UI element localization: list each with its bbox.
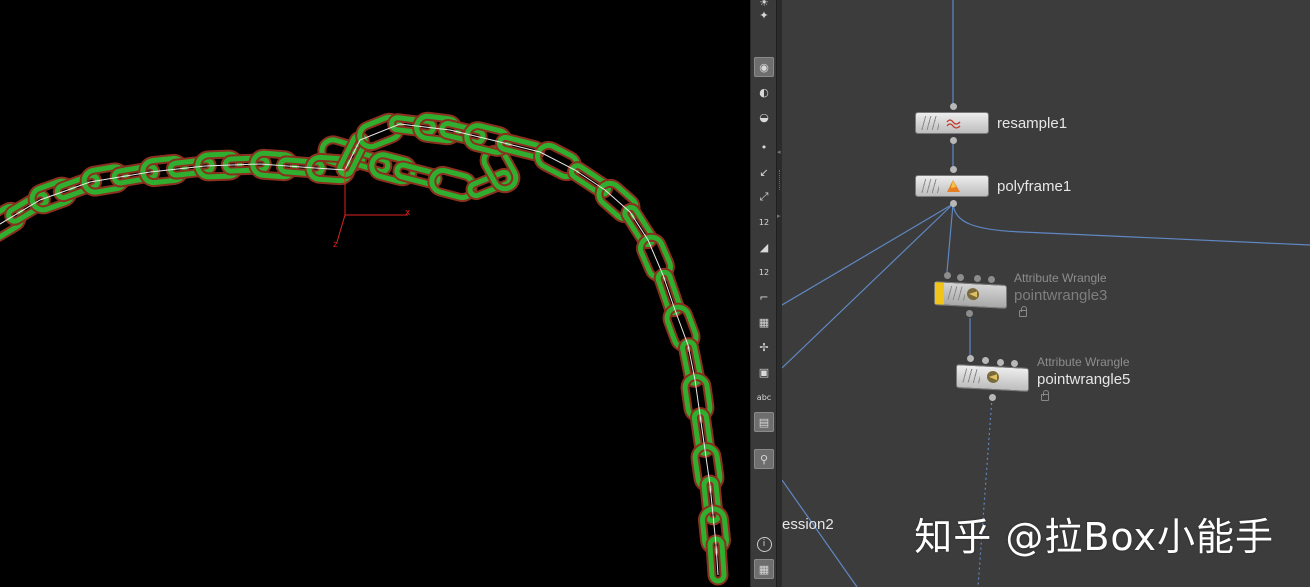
- camera-light-icon[interactable]: ✦: [754, 5, 774, 25]
- resample-icon: [946, 119, 961, 129]
- bounding-box-icon[interactable]: ⌐: [754, 287, 774, 307]
- wrangle-icon: [987, 371, 999, 384]
- tool-label: 12: [758, 217, 770, 227]
- info-icon[interactable]: i: [754, 534, 774, 554]
- point-numbers-icon[interactable]: 12: [754, 212, 774, 232]
- network-editor[interactable]: resample1 polyframe1 Attribute Wrangle p…: [782, 0, 1310, 587]
- lock-icon[interactable]: [1019, 306, 1027, 317]
- node-label: pointwrangle5: [1037, 371, 1131, 388]
- wrangle-icon: [967, 288, 979, 301]
- node-label: resample1: [997, 115, 1068, 132]
- grid-layout-icon[interactable]: ▦: [754, 559, 774, 579]
- axis-label-z: z: [333, 240, 338, 250]
- chain-geometry: [0, 111, 731, 586]
- node-type-label: Attribute Wrangle: [1014, 271, 1107, 285]
- lock-icon[interactable]: [1041, 390, 1049, 401]
- node-label: polyframe1: [997, 178, 1072, 195]
- primitive-numbers-icon[interactable]: 12: [754, 262, 774, 282]
- shading-mode-icon[interactable]: ◉: [754, 57, 774, 77]
- ghost-icon[interactable]: ◒: [754, 107, 774, 127]
- axis-label-x: x: [405, 208, 411, 218]
- display-options-icon[interactable]: ▣: [754, 362, 774, 382]
- visibility-icon[interactable]: ◐: [754, 82, 774, 102]
- viewport-display-toolbar: ☀ ✦ ◉ ◐ ◒ • ↙ ⤢ 12 ◢ 12 ⌐ ▦ ✢ ▣ abc ▤ ⚲ i ▦: [750, 0, 778, 587]
- 3d-viewport[interactable]: x z: [0, 0, 750, 587]
- normals-icon[interactable]: ↙: [754, 162, 774, 182]
- text-display-icon[interactable]: abc: [754, 387, 774, 407]
- node-label: pointwrangle3: [1014, 287, 1108, 304]
- primitive-normals-icon[interactable]: ◢: [754, 237, 774, 257]
- partial-node-label[interactable]: ession2: [782, 516, 834, 533]
- background-image-icon[interactable]: ▤: [754, 412, 774, 432]
- polyframe-icon: [947, 180, 960, 192]
- point-display-icon[interactable]: •: [754, 137, 774, 157]
- node-type-label: Attribute Wrangle: [1037, 355, 1130, 369]
- tool-label: 12: [758, 267, 770, 277]
- tool-label: i: [756, 536, 772, 552]
- point-normals-icon[interactable]: ⤢: [754, 187, 774, 207]
- snap-grid-icon[interactable]: ▦: [754, 312, 774, 332]
- tool-label: abc: [756, 392, 772, 402]
- bypass-flag[interactable]: [935, 282, 944, 305]
- flipbook-icon[interactable]: ⚲: [754, 449, 774, 469]
- watermark: 知乎 @拉Box小能手: [914, 515, 1274, 559]
- transform-handle-icon[interactable]: ✢: [754, 337, 774, 357]
